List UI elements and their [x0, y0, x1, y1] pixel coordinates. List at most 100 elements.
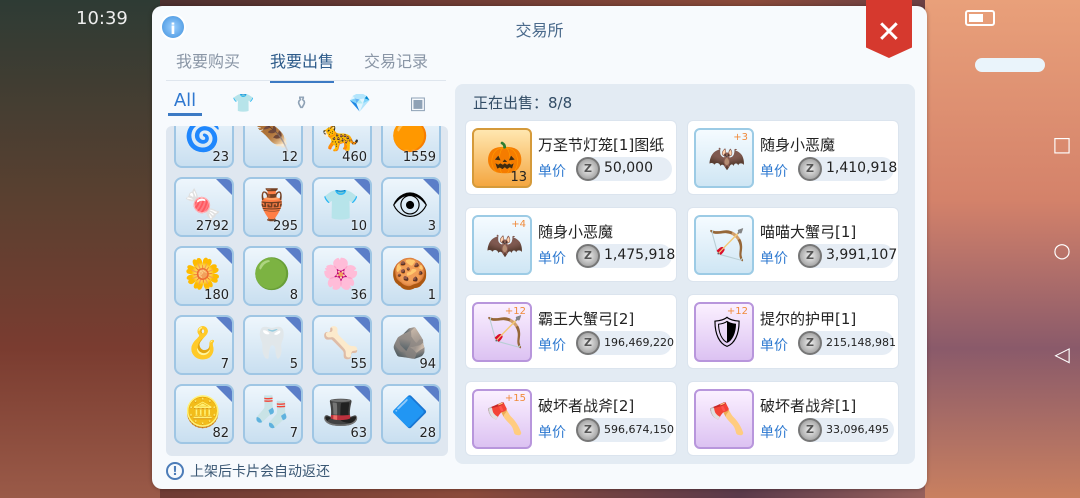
listing-area: 正在出售：8/8 🎃 13 万圣节灯笼[1]图纸 单价 Z 50,000 🦇 +3 随身小恶魔单…: [455, 84, 915, 464]
tab-records[interactable]: 交易记录: [364, 48, 428, 83]
price-value: 596,674,150: [604, 423, 674, 436]
hint-note: ! 上架后卡片会自动返还: [166, 461, 330, 481]
listing-card[interactable]: 🪓 破坏者战斧[1] 单价 Z 33,096,495: [687, 381, 899, 456]
listing-card[interactable]: 🏹 +12 霸王大蟹弓[2] 单价 Z 196,469,220: [465, 294, 677, 369]
item-icon: 🏺: [253, 188, 291, 223]
item-icon: 🦇: [708, 141, 746, 176]
item-name: 提尔的护甲[1]: [760, 310, 857, 328]
item-thumbnail: 🎃 13: [472, 128, 532, 188]
item-thumbnail: 🦇 +3: [694, 128, 754, 188]
inventory-slot[interactable]: 🍬 2792: [174, 177, 234, 237]
item-count: 5: [289, 357, 298, 372]
item-icon: 🪙: [184, 395, 222, 430]
listing-card[interactable]: 🛡 +12 提尔的护甲[1] 单价 Z 215,148,981: [687, 294, 899, 369]
card-icon[interactable]: ▣: [401, 93, 435, 114]
recent-apps-icon[interactable]: □: [1050, 132, 1074, 156]
listing-card[interactable]: 🪓 +15 破坏者战斧[2] 单价 Z 596,674,150: [465, 381, 677, 456]
listing-card[interactable]: 🎃 13 万圣节灯笼[1]图纸 单价 Z 50,000: [465, 120, 677, 195]
back-icon[interactable]: ◁: [1050, 342, 1074, 366]
price-label: 单价: [538, 338, 566, 354]
shirt-icon[interactable]: 👕: [226, 93, 260, 114]
inventory-slot[interactable]: 🏺 295: [243, 177, 303, 237]
item-name: 破坏者战斧[1]: [760, 397, 857, 415]
inventory-slot[interactable]: 🪨 94: [381, 315, 441, 375]
item-count: 180: [204, 288, 229, 303]
inventory-slot[interactable]: 🧦 7: [243, 384, 303, 444]
zeny-coin-icon: Z: [576, 157, 600, 181]
tab-buy[interactable]: 我要购买: [176, 48, 240, 83]
inventory-slot[interactable]: 🦴 55: [312, 315, 372, 375]
inventory-slot[interactable]: 🔷 28: [381, 384, 441, 444]
price-box: Z 196,469,220: [576, 331, 674, 355]
price-box: Z 1,475,918: [576, 244, 675, 268]
selling-count: 正在出售：8/8: [473, 94, 573, 112]
item-name: 万圣节灯笼[1]图纸: [538, 136, 665, 154]
inventory-slot[interactable]: 🎩 63: [312, 384, 372, 444]
tab-sell[interactable]: 我要出售: [270, 48, 335, 83]
item-name: 破坏者战斧[2]: [538, 397, 635, 415]
zeny-coin-icon: Z: [798, 244, 822, 268]
refine-level: +3: [733, 132, 748, 143]
item-count: 295: [273, 219, 298, 234]
category-all[interactable]: All: [168, 90, 202, 116]
tab-bar: 我要购买 我要出售 交易记录: [176, 48, 428, 83]
close-button[interactable]: ✕: [866, 0, 912, 58]
refine-level: +12: [504, 306, 526, 317]
item-icon: 🎩: [322, 395, 360, 430]
item-icon: 🦷: [253, 326, 291, 361]
exchange-panel: i 交易所 ✕ 我要购买 我要出售 交易记录 All 👕 ⚱ 💎 ▣ 🌀 23 🪶 1…: [152, 0, 927, 489]
item-count: 28: [419, 426, 436, 441]
item-count: 2792: [195, 219, 229, 234]
price-value: 33,096,495: [826, 423, 889, 436]
inventory-slot[interactable]: 👕 10: [312, 177, 372, 237]
speech-bubble: [975, 58, 1045, 72]
item-icon: 🏹: [708, 228, 746, 263]
refine-level: +4: [511, 219, 526, 230]
inventory-slot[interactable]: 🪶 12: [243, 126, 303, 168]
item-count: 94: [419, 357, 436, 372]
item-name: 霸王大蟹弓[2]: [538, 310, 635, 328]
inventory-slot[interactable]: 🟢 8: [243, 246, 303, 306]
item-count: 36: [350, 288, 367, 303]
inventory-slot[interactable]: 🌼 180: [174, 246, 234, 306]
hint-text: 上架后卡片会自动返还: [190, 464, 330, 480]
item-count: 55: [350, 357, 367, 372]
inventory-slot[interactable]: 🪙 82: [174, 384, 234, 444]
price-label: 单价: [538, 251, 566, 267]
item-count: 3: [427, 219, 436, 234]
price-box: Z 596,674,150: [576, 418, 674, 442]
price-label: 单价: [760, 425, 788, 441]
gem-icon[interactable]: 💎: [343, 93, 377, 114]
inventory-slot[interactable]: 🌸 36: [312, 246, 372, 306]
item-name: 随身小恶魔: [760, 136, 836, 154]
battery-icon: [965, 10, 995, 26]
item-count: 1: [427, 288, 436, 303]
listing-card[interactable]: 🦇 +4 随身小恶魔单价 Z 1,475,918: [465, 207, 677, 282]
zeny-coin-icon: Z: [576, 331, 600, 355]
potion-icon[interactable]: ⚱: [285, 93, 319, 114]
inventory-slot[interactable]: 🌀 23: [174, 126, 234, 168]
inventory-slot[interactable]: 🦷 5: [243, 315, 303, 375]
listing-card[interactable]: 🦇 +3 随身小恶魔 单价 Z 1,410,918: [687, 120, 899, 195]
price-value: 50,000: [604, 160, 653, 176]
zeny-coin-icon: Z: [798, 331, 822, 355]
refine-level: +15: [504, 393, 526, 404]
inventory-slot[interactable]: 🐆 460: [312, 126, 372, 168]
item-name: 随身小恶魔: [538, 223, 614, 241]
item-count: 12: [281, 150, 298, 165]
zeny-coin-icon: Z: [576, 244, 600, 268]
home-icon[interactable]: ○: [1050, 238, 1074, 262]
item-icon: 🪓: [486, 402, 524, 437]
item-icon: 🍬: [184, 188, 222, 223]
inventory-slot[interactable]: 👁 3: [381, 177, 441, 237]
item-thumbnail: 🪓 +15: [472, 389, 532, 449]
panel-title: 交易所: [515, 21, 564, 40]
item-count: 23: [212, 150, 229, 165]
listing-card[interactable]: 🏹 喵喵大蟹弓[1] 单价 Z 3,991,107: [687, 207, 899, 282]
inventory-slot[interactable]: 🍪 1: [381, 246, 441, 306]
inventory-slot[interactable]: 🟠 1559: [381, 126, 441, 168]
item-thumbnail: 🦇 +4: [472, 215, 532, 275]
inventory-slot[interactable]: 🪝 7: [174, 315, 234, 375]
item-count: 1559: [402, 150, 436, 165]
item-count: 8: [289, 288, 298, 303]
